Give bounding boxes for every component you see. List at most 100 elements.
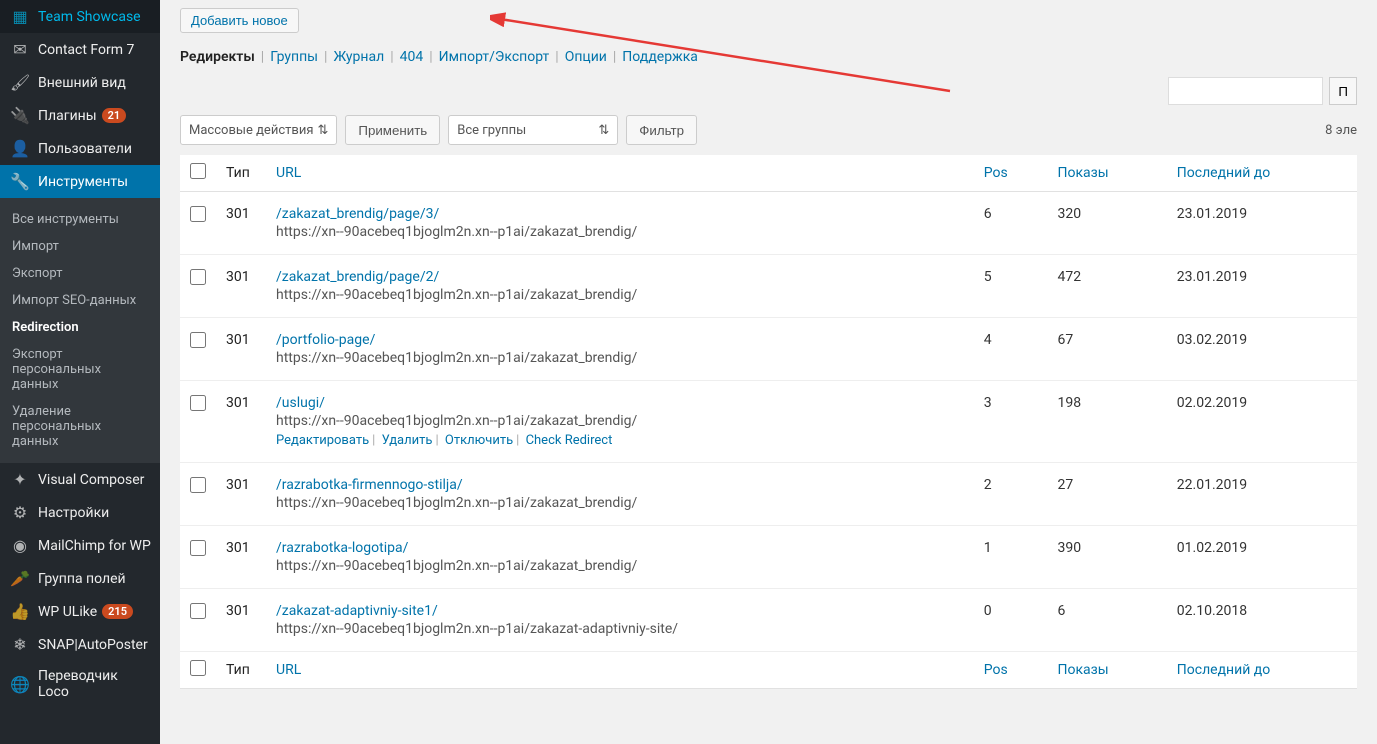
sidebar-item[interactable]: ✉ Contact Form 7	[0, 33, 160, 66]
row-date: 23.01.2019	[1167, 192, 1357, 255]
plugin-icon: 🔌	[10, 106, 30, 125]
row-type: 301	[216, 589, 266, 652]
group-select[interactable]: Все группы ⇅	[448, 115, 618, 145]
badge: 21	[102, 108, 127, 123]
sidebar-submenu: Все инструментыИмпортЭкспортИмпорт SEO-д…	[0, 198, 160, 463]
tab-link[interactable]: Группы	[270, 49, 318, 65]
controls-row: Массовые действия ⇅ Применить Все группы…	[180, 115, 1357, 145]
sidebar-item-label: Переводчик Loco	[38, 668, 152, 700]
add-new-button[interactable]: Добавить новое	[180, 8, 299, 33]
sidebar-item-label: Team Showcase	[38, 9, 141, 25]
row-checkbox[interactable]	[190, 206, 206, 222]
check-redirect-link[interactable]: Check Redirect	[526, 433, 613, 448]
tabs: Редиректы|Группы|Журнал|404|Импорт/Экспо…	[180, 43, 1357, 69]
row-checkbox[interactable]	[190, 603, 206, 619]
item-count: 8 эле	[1325, 123, 1357, 138]
carrot-icon: 🥕	[10, 569, 30, 588]
sidebar-item-label: Visual Composer	[38, 472, 144, 488]
sidebar-item[interactable]: 🔌 Плагины 21	[0, 99, 160, 132]
row-checkbox[interactable]	[190, 269, 206, 285]
search-input[interactable]	[1168, 77, 1323, 105]
sidebar-sub-item[interactable]: Все инструменты	[0, 206, 160, 233]
source-url-link[interactable]: /uslugi/	[276, 395, 325, 411]
sidebar-sub-item[interactable]: Экспорт персональных данных	[0, 341, 160, 398]
sidebar-sub-item[interactable]: Экспорт	[0, 260, 160, 287]
sidebar-item[interactable]: 🥕 Группа полей	[0, 562, 160, 595]
snap-icon: ❄	[10, 635, 30, 654]
sidebar-item-label: WP ULike	[38, 604, 97, 620]
target-url: https://xn--90acebeq1bjoglm2n.xn--p1ai/z…	[276, 287, 964, 303]
tab-link[interactable]: Поддержка	[622, 49, 698, 65]
mail-icon: ✉	[10, 40, 30, 59]
source-url-link[interactable]: /portfolio-page/	[276, 332, 375, 348]
sidebar-item-label: Плагины	[38, 108, 97, 124]
tab-link[interactable]: 404	[400, 49, 424, 65]
col-last[interactable]: Последний до	[1167, 155, 1357, 192]
edit-link[interactable]: Редактировать	[276, 433, 369, 448]
table-row: 301 /uslugi/ https://xn--90acebeq1bjoglm…	[180, 381, 1357, 463]
tab-link[interactable]: Опции	[565, 49, 607, 65]
row-checkbox[interactable]	[190, 332, 206, 348]
sidebar-item[interactable]: 👤 Пользователи	[0, 132, 160, 165]
col-hits[interactable]: Показы	[1047, 155, 1166, 192]
select-all-checkbox-bottom[interactable]	[190, 660, 206, 676]
col-hits[interactable]: Показы	[1047, 652, 1166, 689]
bulk-actions-select[interactable]: Массовые действия ⇅	[180, 115, 337, 145]
row-type: 301	[216, 318, 266, 381]
separator: |	[261, 49, 264, 65]
search-button[interactable]: П	[1329, 77, 1357, 105]
row-date: 02.10.2018	[1167, 589, 1357, 652]
row-checkbox[interactable]	[190, 395, 206, 411]
select-all-checkbox[interactable]	[190, 163, 206, 179]
tab-link[interactable]: Журнал	[333, 49, 384, 65]
source-url-link[interactable]: /zakazat_brendig/page/3/	[276, 206, 439, 222]
admin-sidebar: ▦ Team Showcase ✉ Contact Form 7 🖌 Внешн…	[0, 0, 160, 744]
sidebar-item-label: SNAP|AutoPoster	[38, 637, 148, 653]
sidebar-item[interactable]: ✦ Visual Composer	[0, 463, 160, 496]
sidebar-sub-item[interactable]: Импорт SEO-данных	[0, 287, 160, 314]
sidebar-item[interactable]: 🌐 Переводчик Loco	[0, 661, 160, 707]
row-checkbox[interactable]	[190, 477, 206, 493]
col-pos[interactable]: Pos	[974, 652, 1048, 689]
row-checkbox[interactable]	[190, 540, 206, 556]
row-url: /portfolio-page/ https://xn--90acebeq1bj…	[266, 318, 974, 381]
row-url: /uslugi/ https://xn--90acebeq1bjoglm2n.x…	[266, 381, 974, 463]
filter-button[interactable]: Фильтр	[626, 115, 697, 145]
sidebar-item[interactable]: 🔧 Инструменты	[0, 165, 160, 198]
thumb-icon: 👍	[10, 602, 30, 621]
wrench-icon: 🔧	[10, 172, 30, 191]
row-pos: 2	[974, 463, 1048, 526]
sidebar-sub-item[interactable]: Redirection	[0, 314, 160, 341]
tab-link[interactable]: Импорт/Экспорт	[439, 49, 550, 65]
row-type: 301	[216, 463, 266, 526]
col-url[interactable]: URL	[266, 652, 974, 689]
user-icon: 👤	[10, 139, 30, 158]
source-url-link[interactable]: /razrabotka-firmennogo-stilja/	[276, 477, 463, 493]
target-url: https://xn--90acebeq1bjoglm2n.xn--p1ai/z…	[276, 224, 964, 240]
source-url-link[interactable]: /zakazat_brendig/page/2/	[276, 269, 439, 285]
source-url-link[interactable]: /zakazat-adaptivniy-site1/	[276, 603, 438, 619]
sidebar-item[interactable]: ◉ MailChimp for WP	[0, 529, 160, 562]
sidebar-sub-item[interactable]: Удаление персональных данных	[0, 398, 160, 455]
col-last[interactable]: Последний до	[1167, 652, 1357, 689]
sidebar-item[interactable]: ⚙ Настройки	[0, 496, 160, 529]
tab-link[interactable]: Редиректы	[180, 49, 255, 65]
table-row: 301 /razrabotka-logotipa/ https://xn--90…	[180, 526, 1357, 589]
brush-icon: 🖌	[10, 73, 30, 92]
vc-icon: ✦	[10, 470, 30, 489]
source-url-link[interactable]: /razrabotka-logotipa/	[276, 540, 408, 556]
sidebar-item-label: Настройки	[38, 505, 109, 521]
sidebar-item[interactable]: 🖌 Внешний вид	[0, 66, 160, 99]
disable-link[interactable]: Отключить	[445, 433, 513, 448]
table-row: 301 /razrabotka-firmennogo-stilja/ https…	[180, 463, 1357, 526]
col-url[interactable]: URL	[266, 155, 974, 192]
target-url: https://xn--90acebeq1bjoglm2n.xn--p1ai/z…	[276, 558, 964, 574]
col-pos[interactable]: Pos	[974, 155, 1048, 192]
sidebar-item[interactable]: 👍 WP ULike 215	[0, 595, 160, 628]
sidebar-item[interactable]: ▦ Team Showcase	[0, 0, 160, 33]
sidebar-item[interactable]: ❄ SNAP|AutoPoster	[0, 628, 160, 661]
sidebar-sub-item[interactable]: Импорт	[0, 233, 160, 260]
sidebar-item-label: Группа полей	[38, 571, 126, 587]
delete-link[interactable]: Удалить	[382, 433, 433, 448]
apply-bulk-button[interactable]: Применить	[345, 115, 440, 145]
